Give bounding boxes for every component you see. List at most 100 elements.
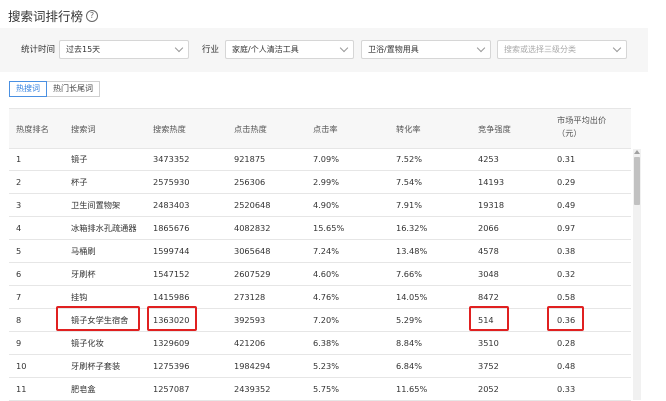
cell-competition: 2052 [478,384,499,394]
cell-click-heat: 3065648 [234,246,271,256]
table-row[interactable]: 4 冰箱排水孔疏通器 1865676 4082832 15.65% 16.32% 2066 0… [9,217,631,240]
tab-hot-keywords[interactable]: 热搜词 [9,81,47,97]
cell-avg-bid: 0.33 [557,384,576,394]
cell-avg-bid: 0.38 [557,246,576,256]
column-header-rank[interactable]: 热度排名 [9,109,49,148]
cell-rank: 3 [16,200,22,210]
chevron-down-icon [476,43,486,53]
scroll-up-arrow-icon[interactable] [634,150,640,154]
cell-keyword: 牙刷杯 [71,269,96,279]
cell-conversion-rate: 11.65% [396,384,428,394]
cell-click-heat: 2607529 [234,269,271,279]
cell-rank: 6 [16,269,22,279]
cell-conversion-rate: 14.05% [396,292,428,302]
cell-rank: 2 [16,177,22,187]
scroll-thumb[interactable] [634,157,640,205]
cell-click-heat: 4082832 [234,223,271,233]
cell-avg-bid: 0.32 [557,269,576,279]
table-row[interactable]: 3 卫生间置物架 2483403 2520648 4.90% 7.91% 19318 0.49 [9,194,631,217]
cell-competition: 19318 [478,200,505,210]
cell-keyword: 镜子 [71,154,88,164]
cell-avg-bid: 0.28 [557,338,576,348]
cell-click-rate: 4.76% [313,292,340,302]
highlight-box-competition [469,306,509,331]
period-label: 统计时间 [21,45,56,55]
cell-click-rate: 4.60% [313,269,340,279]
table-row[interactable]: 5 马桶刷 1599744 3065648 7.24% 13.48% 4578 0.38 [9,240,631,263]
help-icon[interactable]: ? [86,9,99,22]
cell-conversion-rate: 7.52% [396,154,423,164]
table-row[interactable]: 11 肥皂盒 1257087 2439352 5.75% 11.65% 2052 0.33 [9,378,631,401]
keyword-tabs: 热搜词 热门长尾词 [9,81,100,97]
cell-avg-bid: 0.97 [557,223,576,233]
column-header-text: 市场平均出价 [557,115,607,125]
column-header-keyword[interactable]: 搜索词 [64,109,96,148]
table-scrollbar[interactable] [633,149,641,400]
cell-competition: 2066 [478,223,499,233]
column-header-conversion-rate[interactable]: 转化率 [389,109,421,148]
industry-l2-value: 卫浴/置物用具 [368,45,419,54]
column-header-avg-bid[interactable]: 市场平均出价 （元） [550,109,606,148]
highlight-box-keyword [56,306,140,331]
column-header-competition[interactable]: 竞争强度 [471,109,511,148]
cell-click-rate: 4.90% [313,200,340,210]
cell-click-heat: 2520648 [234,200,271,210]
table-row[interactable]: 10 牙刷杯子套装 1275396 1984294 5.23% 6.84% 3752 0.48 [9,355,631,378]
cell-avg-bid: 0.48 [557,361,576,371]
cell-click-rate: 7.09% [313,154,340,164]
cell-click-heat: 421206 [234,338,266,348]
cell-rank: 9 [16,338,22,348]
column-header-click-heat[interactable]: 点击热度 [227,109,267,148]
table-row[interactable]: 6 牙刷杯 1547152 2607529 4.60% 7.66% 3048 0.32 [9,263,631,286]
cell-competition: 3048 [478,269,499,279]
cell-click-heat: 1984294 [234,361,271,371]
cell-conversion-rate: 13.48% [396,246,428,256]
cell-keyword: 杯子 [71,177,88,187]
cell-rank: 8 [16,315,22,325]
cell-conversion-rate: 5.29% [396,315,423,325]
cell-click-heat: 2439352 [234,384,271,394]
cell-keyword: 镜子化妆 [71,338,104,348]
table-row[interactable]: 9 镜子化妆 1329609 421206 6.38% 8.84% 3510 0.28 [9,332,631,355]
table-row[interactable]: 2 杯子 2575930 256306 2.99% 7.54% 14193 0.29 [9,171,631,194]
cell-keyword: 冰箱排水孔疏通器 [71,223,137,233]
cell-click-heat: 273128 [234,292,266,302]
cell-competition: 3752 [478,361,499,371]
cell-click-heat: 392593 [234,315,266,325]
cell-keyword: 肥皂盒 [71,384,96,394]
chevron-down-icon [612,43,622,53]
industry-l3-select[interactable]: 搜索或选择三级分类 [497,40,627,59]
cell-rank: 4 [16,223,22,233]
cell-competition: 8472 [478,292,499,302]
cell-search-heat: 1257087 [153,384,190,394]
cell-search-heat: 1329609 [153,338,190,348]
cell-search-heat: 1275396 [153,361,190,371]
highlight-box-search-heat [147,306,197,331]
cell-search-heat: 1415986 [153,292,190,302]
industry-l1-select[interactable]: 家庭/个人清洁工具 [225,40,354,59]
page-title: 搜索词排行榜 ? [8,6,99,25]
column-header-search-heat[interactable]: 搜索热度 [146,109,186,148]
cell-rank: 7 [16,292,22,302]
cell-conversion-rate: 7.54% [396,177,423,187]
industry-l1-value: 家庭/个人清洁工具 [232,45,299,54]
highlight-box-avg-bid [547,306,584,331]
industry-l3-placeholder: 搜索或选择三级分类 [504,45,576,54]
industry-l2-select[interactable]: 卫浴/置物用具 [361,40,491,59]
table-header-row: 热度排名 搜索词 搜索热度 点击热度 点击率 转化率 竞争强度 市场平均出价 （元） [9,108,631,149]
industry-label: 行业 [202,45,220,55]
period-select[interactable]: 过去15天 [59,40,189,59]
cell-search-heat: 2575930 [153,177,190,187]
chevron-down-icon [174,43,184,53]
cell-click-rate: 2.99% [313,177,340,187]
tab-long-tail-keywords[interactable]: 热门长尾词 [46,81,100,97]
column-header-text: （元） [557,128,582,138]
cell-click-heat: 921875 [234,154,266,164]
cell-keyword: 牙刷杯子套装 [71,361,121,371]
cell-search-heat: 1599744 [153,246,190,256]
cell-search-heat: 3473352 [153,154,190,164]
column-header-click-rate[interactable]: 点击率 [306,109,338,148]
table-row[interactable]: 1 镜子 3473352 921875 7.09% 7.52% 4253 0.31 [9,148,631,171]
cell-rank: 5 [16,246,22,256]
cell-avg-bid: 0.58 [557,292,576,302]
